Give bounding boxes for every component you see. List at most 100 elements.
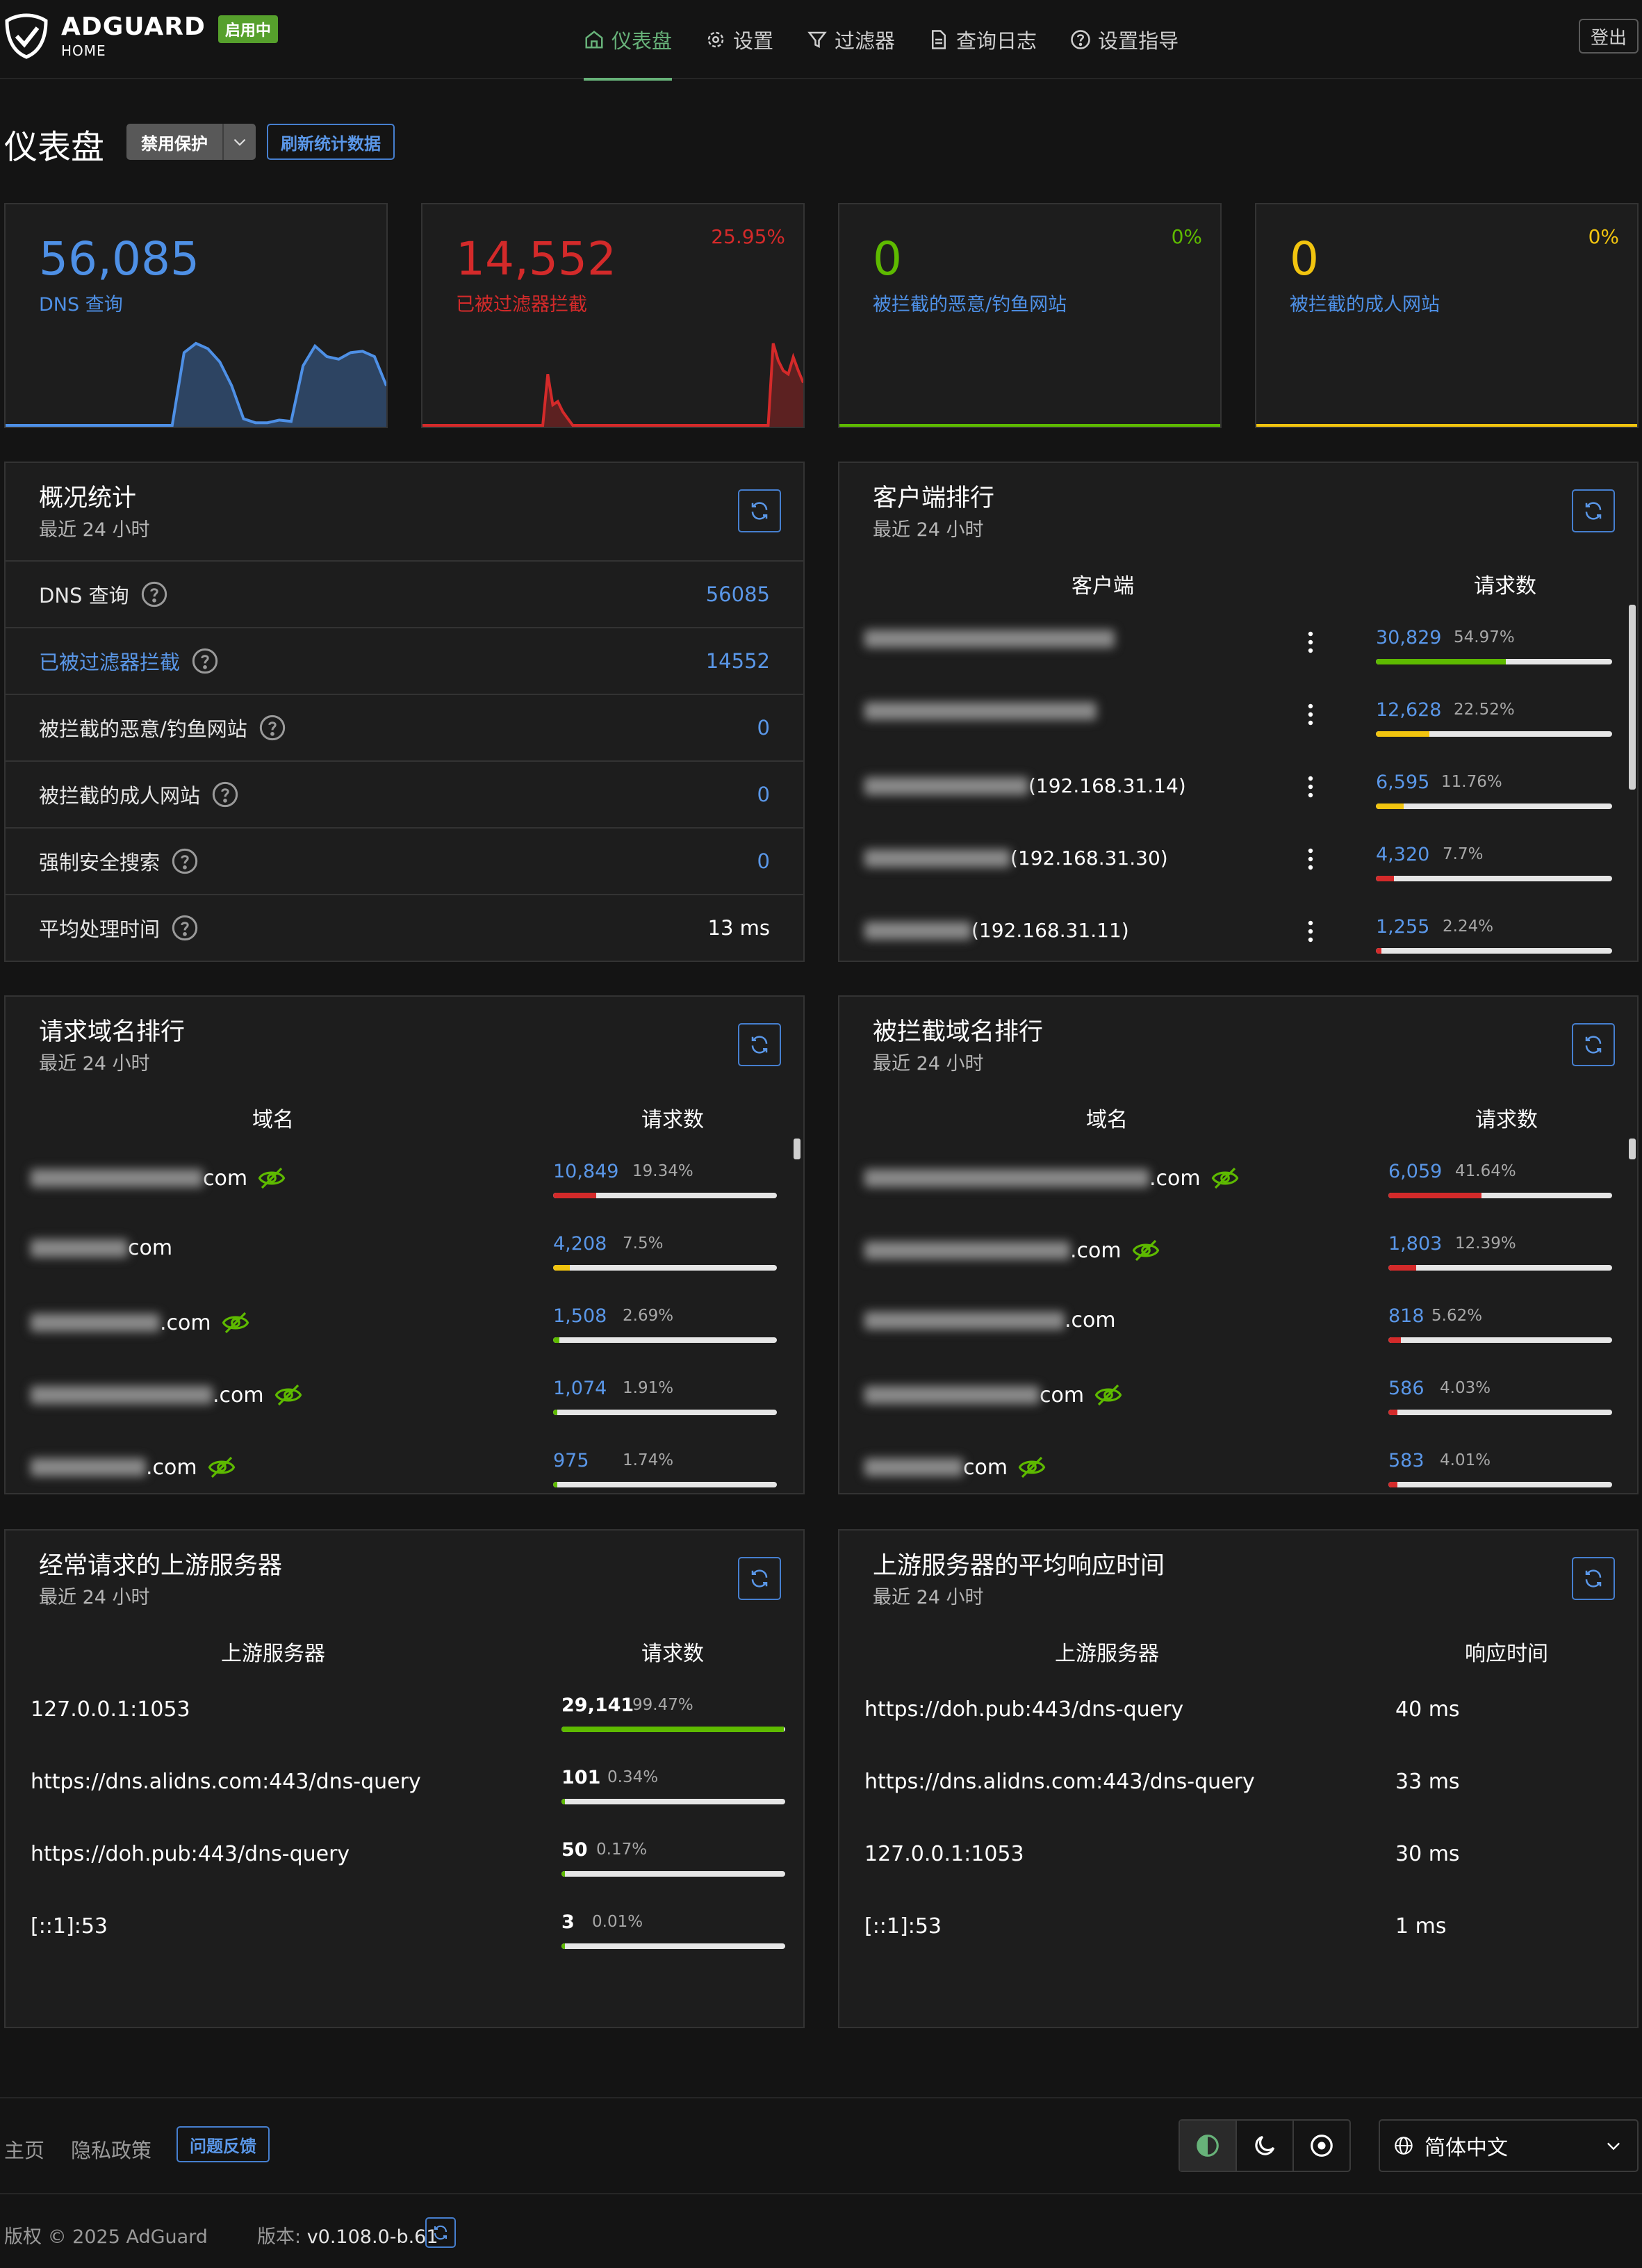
domain-progress-fill — [553, 1410, 558, 1415]
stat-card-dns-queries[interactable]: 56,085 DNS 查询 — [4, 203, 388, 428]
refresh-stats-button[interactable]: 刷新统计数据 — [267, 124, 395, 160]
top-blocked-refresh-button[interactable] — [1572, 1023, 1615, 1066]
blocked-domain-name[interactable]: com — [864, 1453, 1046, 1482]
scrollbar[interactable] — [1629, 605, 1636, 790]
upstream-row: https://doh.pub:443/dns-query 50 0.17% — [31, 1824, 795, 1896]
client-count[interactable]: 4,320 — [1376, 844, 1429, 865]
blocked-count[interactable]: 583 — [1388, 1450, 1425, 1471]
domain-count[interactable]: 4,208 — [553, 1233, 607, 1255]
top-upstreams-refresh-button[interactable] — [738, 1557, 781, 1600]
blocked-domain-name[interactable]: .com — [864, 1236, 1160, 1265]
nav-query-log[interactable]: 查询日志 — [928, 0, 1037, 79]
help-icon[interactable] — [171, 847, 199, 875]
more-options-icon[interactable] — [1306, 773, 1315, 801]
more-options-icon[interactable] — [1306, 917, 1315, 945]
col-domain-header: 域名 — [1086, 1108, 1128, 1132]
disable-protection-button[interactable]: 禁用保护 — [126, 124, 256, 160]
client-count[interactable]: 12,628 — [1376, 699, 1441, 721]
domain-count[interactable]: 1,508 — [553, 1305, 607, 1327]
client-name[interactable] — [864, 630, 1115, 648]
scrollbar[interactable] — [1629, 1139, 1636, 1159]
upstream-percent: 0.01% — [592, 1913, 643, 1931]
nav-dashboard[interactable]: 仪表盘 — [584, 0, 673, 81]
blocked-domain-name[interactable]: com — [864, 1380, 1123, 1410]
theme-dark-button[interactable] — [1237, 2121, 1294, 2171]
sparkline-line — [422, 343, 803, 427]
col-requests-header: 请求数 — [641, 1642, 704, 1666]
blocked-progress-bar — [1388, 1482, 1612, 1487]
stat-row-malware: 被拦截的恶意/钓鱼网站 0 — [6, 694, 803, 760]
client-name[interactable]: (192.168.31.14) — [864, 774, 1186, 797]
eye-off-icon[interactable] — [207, 1453, 236, 1482]
stat-card-blocked-filters[interactable]: 14,552 已被过滤器拦截 25.95% — [421, 203, 805, 428]
domain-name[interactable]: .com — [31, 1380, 303, 1410]
blocked-count[interactable]: 6,059 — [1388, 1161, 1442, 1182]
help-icon[interactable] — [140, 580, 168, 608]
language-select[interactable]: 简体中文 — [1379, 2119, 1639, 2172]
eye-off-icon[interactable] — [257, 1164, 286, 1193]
top-clients-refresh-button[interactable] — [1572, 489, 1615, 532]
help-icon[interactable] — [171, 914, 199, 942]
help-icon[interactable] — [258, 714, 286, 742]
eye-off-icon[interactable] — [1210, 1164, 1240, 1193]
protection-dropdown-toggle[interactable] — [222, 124, 256, 160]
blocked-count[interactable]: 818 — [1388, 1305, 1425, 1327]
top-queried-refresh-button[interactable] — [738, 1023, 781, 1066]
feedback-button[interactable]: 问题反馈 — [176, 2126, 270, 2162]
col-upstream-header: 上游服务器 — [1055, 1642, 1159, 1666]
eye-off-icon[interactable] — [221, 1308, 250, 1337]
domain-name[interactable]: .com — [31, 1308, 250, 1337]
nav-settings[interactable]: 设置 — [705, 0, 773, 79]
client-name[interactable]: (192.168.31.30) — [864, 847, 1168, 870]
general-stats-refresh-button[interactable] — [738, 489, 781, 532]
eye-off-icon[interactable] — [1131, 1236, 1160, 1265]
blocked-domain-row: com 586 4.03% — [864, 1362, 1629, 1435]
upstream-avg-refresh-button[interactable] — [1572, 1557, 1615, 1600]
domain-name[interactable]: com — [31, 1164, 286, 1193]
check-update-button[interactable] — [425, 2217, 456, 2248]
nav-setup-guide-label: 设置指导 — [1098, 29, 1179, 53]
domain-name[interactable]: com — [31, 1236, 172, 1260]
blocked-value[interactable]: 14552 — [706, 649, 770, 673]
help-icon[interactable] — [191, 647, 219, 675]
client-name[interactable] — [864, 702, 1097, 720]
stat-row-adult: 被拦截的成人网站 0 — [6, 760, 803, 827]
col-response-time-header: 响应时间 — [1465, 1642, 1548, 1666]
top-blocked-domains-card: 被拦截域名排行 最近 24 小时 域名 请求数 .com 6,059 41.64… — [838, 995, 1639, 1494]
stat-card-malware-blocked[interactable]: 0 被拦截的恶意/钓鱼网站 0% — [838, 203, 1222, 428]
nav-setup-guide[interactable]: 设置指导 — [1070, 0, 1179, 79]
more-options-icon[interactable] — [1306, 628, 1315, 656]
logout-button[interactable]: 登出 — [1579, 19, 1639, 54]
eye-off-icon[interactable] — [274, 1380, 303, 1410]
stat-row-blocked[interactable]: 已被过滤器拦截 14552 — [6, 627, 803, 694]
eye-off-icon[interactable] — [1017, 1453, 1046, 1482]
stat-card-adult-blocked[interactable]: 0 被拦截的成人网站 0% — [1255, 203, 1639, 428]
footer-home-link[interactable]: 主页 — [4, 2135, 44, 2164]
blocked-count[interactable]: 586 — [1388, 1378, 1425, 1399]
client-count[interactable]: 6,595 — [1376, 772, 1429, 793]
client-name[interactable]: (192.168.31.11) — [864, 919, 1129, 942]
footer: 主页 隐私政策 问题反馈 简体中文 — [0, 2097, 1642, 2194]
adguard-logo[interactable]: ADGUARD HOME 启用中 — [4, 13, 278, 60]
blocked-count[interactable]: 1,803 — [1388, 1233, 1442, 1255]
eye-off-icon[interactable] — [1094, 1380, 1123, 1410]
blocked-domain-name[interactable]: .com — [864, 1308, 1116, 1332]
upstream-address: https://dns.alidns.com:443/dns-query — [31, 1770, 421, 1794]
blocked-label[interactable]: 已被过滤器拦截 — [39, 646, 180, 676]
theme-light-button[interactable] — [1294, 2121, 1349, 2171]
blocked-domain-name[interactable]: .com — [864, 1164, 1240, 1193]
more-options-icon[interactable] — [1306, 845, 1315, 873]
domain-progress-fill — [553, 1337, 559, 1343]
domain-count[interactable]: 10,849 — [553, 1161, 618, 1182]
domain-count[interactable]: 975 — [553, 1450, 589, 1471]
client-count[interactable]: 30,829 — [1376, 627, 1441, 648]
domain-count[interactable]: 1,074 — [553, 1378, 607, 1399]
nav-filters[interactable]: 过滤器 — [807, 0, 895, 79]
more-options-icon[interactable] — [1306, 701, 1315, 728]
footer-privacy-link[interactable]: 隐私政策 — [71, 2135, 151, 2164]
domain-name[interactable]: .com — [31, 1453, 236, 1482]
client-count[interactable]: 1,255 — [1376, 916, 1429, 938]
logo-title: ADGUARD — [61, 13, 206, 41]
help-icon[interactable] — [211, 781, 239, 808]
theme-auto-button[interactable] — [1180, 2121, 1237, 2171]
